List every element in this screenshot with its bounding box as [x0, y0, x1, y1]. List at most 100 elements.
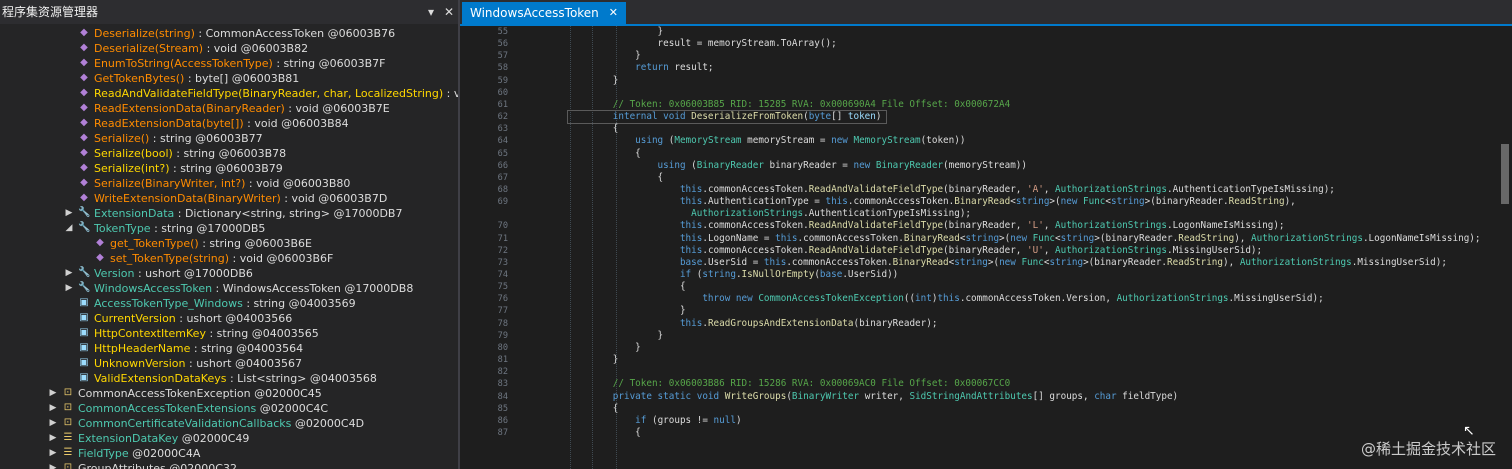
member-name: CurrentVersion [94, 312, 176, 325]
tree-item-label: Deserialize(string) : CommonAccessToken … [94, 26, 395, 41]
code-token: (groups != [646, 414, 714, 426]
member-signature: : void @06003B82 [203, 42, 309, 55]
property-icon: 🔧 [78, 267, 91, 278]
expand-arrow-icon[interactable]: ▶ [48, 386, 58, 401]
code-token: >( [1049, 196, 1061, 208]
code-text: if (string.IsNullOrEmpty(base.UserSid)) [568, 269, 898, 281]
expand-arrow-icon[interactable]: ▶ [64, 266, 74, 281]
code-line: 68 this.commonAccessToken.ReadAndValidat… [460, 184, 1496, 196]
expand-arrow-icon[interactable]: ▶ [48, 446, 58, 461]
code-token: ReadAndValidateFieldType [808, 183, 944, 195]
code-token: , [1043, 183, 1056, 195]
code-text: } [568, 50, 641, 62]
code-text: // Token: 0x06003B85 RID: 15285 RVA: 0x0… [568, 99, 1010, 111]
code-token: BinaryRead [954, 196, 1011, 208]
code-text: base.UserSid = this.commonAccessToken.Bi… [568, 257, 1447, 269]
member-name: WriteExtensionData(BinaryWriter) [94, 192, 281, 205]
tab-close-icon[interactable]: ✕ [609, 2, 618, 24]
tree-item-label: ValidExtensionDataKeys : List<string> @0… [94, 371, 377, 386]
code-token: char [1094, 390, 1117, 402]
code-token: 'U' [1027, 244, 1044, 256]
line-number: 64 [497, 136, 508, 147]
method-icon: ◆ [96, 252, 104, 263]
code-line: 79 } [460, 330, 1496, 342]
method-icon: ◆ [80, 57, 88, 68]
code-token: // Token: 0x06003B86 RID: 15286 RVA: 0x0… [568, 378, 1011, 390]
tab-windows-access-token[interactable]: WindowsAccessToken ✕ [462, 2, 627, 24]
code-token: Func [1027, 232, 1056, 244]
code-token: ( [663, 135, 675, 147]
scrollbar-thumb[interactable] [1501, 144, 1509, 204]
code-token: AuthorizationStrings [1251, 232, 1363, 244]
member-signature: : void @06003B84 [243, 117, 349, 130]
vertical-scrollbar[interactable] [1496, 26, 1512, 469]
member-name: GetTokenBytes() [94, 72, 185, 85]
expand-arrow-icon[interactable]: ◢ [64, 221, 74, 236]
line-number: 65 [497, 148, 508, 159]
code-token: .LogonNameIsMissing); [1362, 232, 1481, 244]
code-token: base [568, 256, 703, 268]
code-token: CommonAccessTokenException [752, 293, 904, 305]
property-icon: 🔧 [78, 282, 91, 293]
code-token: SidStringAndAttributes [909, 390, 1033, 402]
expand-arrow-icon[interactable]: ▶ [64, 206, 74, 221]
tree-item-label: Serialize(BinaryWriter, int?) : void @06… [94, 176, 350, 191]
code-token: BinaryReader [696, 159, 764, 171]
line-number: 60 [497, 87, 508, 98]
member-signature: : void @06003B80 [245, 177, 351, 190]
code-token: MemoryStream [674, 135, 742, 147]
code-text: // Token: 0x06003B86 RID: 15286 RVA: 0x0… [568, 378, 1010, 390]
code-token: ReadAndValidateFieldType [808, 244, 944, 256]
tree-item-label: CommonAccessTokenException @02000C45 [78, 386, 322, 401]
code-text: return result; [568, 62, 713, 74]
code-line: 75 { [460, 281, 1496, 293]
code-line: AuthorizationStrings.AuthenticationTypeI… [460, 208, 1496, 220]
code-token: .UserSid = [702, 256, 764, 268]
close-icon[interactable]: ✕ [440, 0, 458, 24]
code-token: .commonAccessToken. [702, 183, 809, 195]
code-token: using [568, 135, 664, 147]
code-token: BinaryWriter [791, 390, 860, 402]
code-view[interactable]: 55 } 56 result = memoryStream.ToArray(); 5… [460, 26, 1496, 469]
code-line: 71 this.LogonName = this.commonAccessTok… [460, 233, 1496, 245]
code-token: throw new [568, 293, 753, 305]
class-icon: ⊡ [63, 462, 73, 469]
tree-item-label: ExtensionDataKey @02000C49 [78, 431, 249, 446]
code-token: .commonAccessToken. [797, 232, 904, 244]
assembly-explorer-panel: 程序集资源管理器 ▾ ✕ ◆ Deserialize(string) : Comm… [0, 0, 460, 469]
line-number: 58 [497, 63, 508, 74]
code-token: .AuthenticationTypeIsMissing); [803, 208, 972, 220]
code-token: AuthorizationStrings [568, 208, 804, 220]
code-line: 80 } [460, 342, 1496, 354]
code-token: ( [685, 159, 697, 171]
tree-item-label: TokenType : string @17000DB5 [94, 221, 265, 236]
field-icon: ▣ [79, 342, 89, 353]
method-icon: ◆ [80, 162, 88, 173]
code-token: } [568, 329, 664, 341]
code-line: 82 [460, 366, 1496, 378]
code-token: >(binaryReader. [1083, 256, 1168, 268]
tree-item-label: CommonCertificateValidationCallbacks @02… [78, 416, 364, 431]
code-line: 77 } [460, 305, 1496, 317]
code-token: { [568, 426, 641, 438]
expand-arrow-icon[interactable]: ▶ [48, 461, 58, 469]
line-number: 68 [497, 184, 508, 195]
line-number: 57 [497, 51, 508, 62]
code-token: this [568, 244, 703, 256]
code-token: this [568, 220, 703, 232]
member-signature: @02000C4D [291, 417, 365, 430]
pin-icon[interactable]: ▾ [422, 0, 440, 24]
line-number: 83 [497, 379, 508, 390]
expand-arrow-icon[interactable]: ▶ [48, 416, 58, 431]
expand-arrow-icon[interactable]: ▶ [48, 401, 58, 416]
code-line: 60 [460, 87, 1496, 99]
expand-arrow-icon[interactable]: ▶ [48, 431, 58, 446]
expand-arrow-icon[interactable]: ▶ [64, 281, 74, 296]
tree-item-label: HttpContextItemKey : string @04003565 [94, 326, 319, 341]
code-token: base [819, 269, 843, 280]
enum-icon: ☰ [63, 447, 73, 458]
code-text: this.commonAccessToken.ReadAndValidateFi… [568, 245, 1262, 257]
member-signature: : WindowsAccessToken @17000DB8 [212, 282, 414, 295]
code-text: this.LogonName = this.commonAccessToken.… [568, 233, 1481, 245]
method-icon: ◆ [96, 237, 104, 248]
